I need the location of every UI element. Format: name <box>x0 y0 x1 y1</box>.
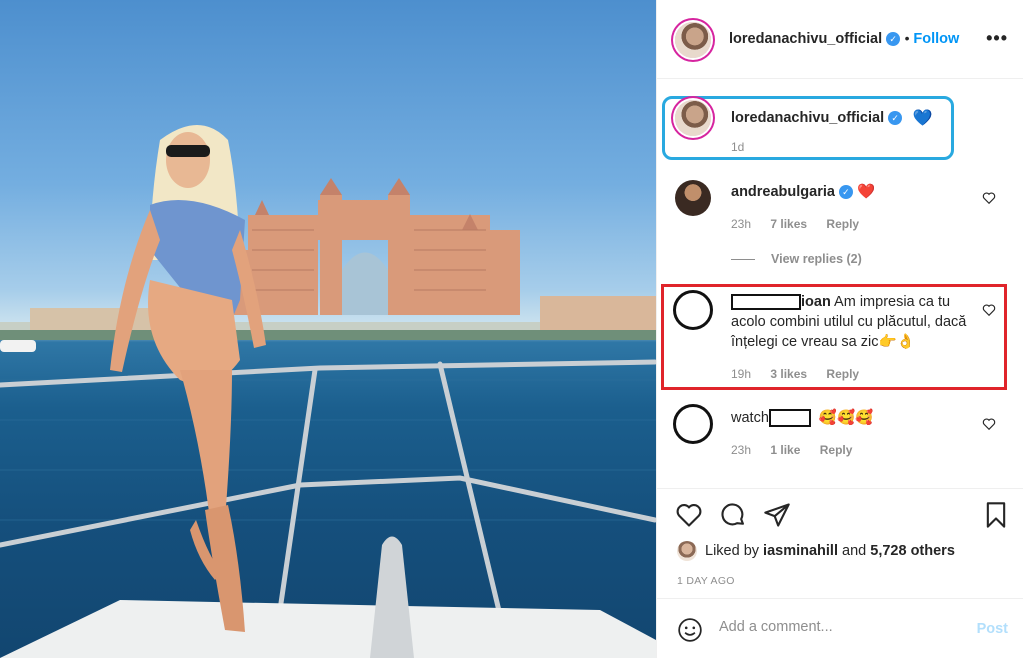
liked-by-and: and <box>842 542 867 559</box>
reply-button[interactable]: Reply <box>826 367 859 381</box>
post-photo[interactable] <box>0 0 656 658</box>
caption-username[interactable]: loredanachivu_official <box>731 110 884 126</box>
redacted-username-box <box>731 294 801 311</box>
comment-text: andreabulgaria ✓ ❤️ <box>731 182 981 202</box>
comment-likes[interactable]: 1 like <box>770 443 800 457</box>
blue-heart-emoji: 💙 <box>912 110 933 127</box>
verified-badge-icon: ✓ <box>886 31 901 46</box>
verified-badge-icon: ✓ <box>838 185 853 200</box>
post-time-ago[interactable]: 1 DAY AGO <box>677 575 735 587</box>
caption-line: loredanachivu_official ✓ 💙 <box>731 108 932 128</box>
post-header: loredanachivu_official ✓ • Follow ••• <box>657 0 1023 79</box>
replies-dash <box>731 259 755 261</box>
comment-input[interactable] <box>719 619 959 635</box>
comment-like-heart-icon[interactable] <box>982 191 996 205</box>
like-heart-icon[interactable] <box>675 501 703 529</box>
liked-by-user[interactable]: iasminahill <box>763 543 838 559</box>
author-line: loredanachivu_official ✓ • Follow <box>729 30 959 48</box>
bookmark-save-icon[interactable] <box>982 501 1010 529</box>
liked-by-prefix: Liked by <box>705 542 760 559</box>
comment-meta: 23h 7 likes Reply <box>731 217 875 231</box>
commenter-username[interactable]: watch <box>731 410 769 426</box>
view-replies-button[interactable]: View replies (2) <box>731 252 862 266</box>
emoji-smile-icon[interactable] <box>677 617 703 643</box>
comment-meta: 19h 3 likes Reply <box>731 367 875 381</box>
comment-likes[interactable]: 3 likes <box>770 367 807 381</box>
liked-by-line: Liked by iasminahill and 5,728 others <box>677 541 955 561</box>
author-avatar[interactable] <box>675 22 711 58</box>
caption-avatar[interactable] <box>675 100 711 136</box>
comment-bubble-icon[interactable] <box>719 501 747 529</box>
comment-text: watch 🥰🥰🥰 <box>731 408 981 428</box>
share-plane-icon[interactable] <box>763 501 791 529</box>
liked-by-count[interactable]: 5,728 others <box>870 543 955 559</box>
view-replies-label: View replies (2) <box>771 252 862 266</box>
author-username[interactable]: loredanachivu_official <box>729 31 882 47</box>
commenter-username[interactable]: andreabulgaria <box>731 184 835 200</box>
comment-time[interactable]: 19h <box>731 367 751 381</box>
redacted-username-box <box>768 409 811 428</box>
comment-body: ❤️ <box>856 184 876 200</box>
commenter-avatar[interactable] <box>675 180 711 216</box>
comment-like-heart-icon[interactable] <box>982 303 996 317</box>
comment-time[interactable]: 23h <box>731 217 751 231</box>
follow-button[interactable]: Follow <box>913 31 959 47</box>
comment-meta: 23h 1 like Reply <box>731 443 868 457</box>
add-comment-bar: Post <box>657 598 1023 658</box>
more-options-icon[interactable]: ••• <box>986 28 1008 49</box>
comment-like-heart-icon[interactable] <box>982 417 996 431</box>
post-comment-button[interactable]: Post <box>977 621 1008 637</box>
comment-likes[interactable]: 7 likes <box>770 217 807 231</box>
commenter-username[interactable]: ioan <box>801 294 831 310</box>
redacted-avatar[interactable] <box>673 290 713 330</box>
comment-body: 🥰🥰🥰 <box>818 410 874 426</box>
comment-text: ioan Am impresia ca tu acolo combini uti… <box>731 292 981 352</box>
verified-badge-icon: ✓ <box>888 111 903 125</box>
comment-time[interactable]: 23h <box>731 443 751 457</box>
redacted-avatar[interactable] <box>673 404 713 444</box>
post-actions: Liked by iasminahill and 5,728 others 1 … <box>657 488 1023 598</box>
reply-button[interactable]: Reply <box>820 443 853 457</box>
liker-avatar[interactable] <box>677 541 697 561</box>
caption-time[interactable]: 1d <box>731 140 744 154</box>
photo-illustration <box>0 125 656 658</box>
reply-button[interactable]: Reply <box>826 217 859 231</box>
post-sidebar: loredanachivu_official ✓ • Follow ••• lor… <box>656 0 1023 658</box>
